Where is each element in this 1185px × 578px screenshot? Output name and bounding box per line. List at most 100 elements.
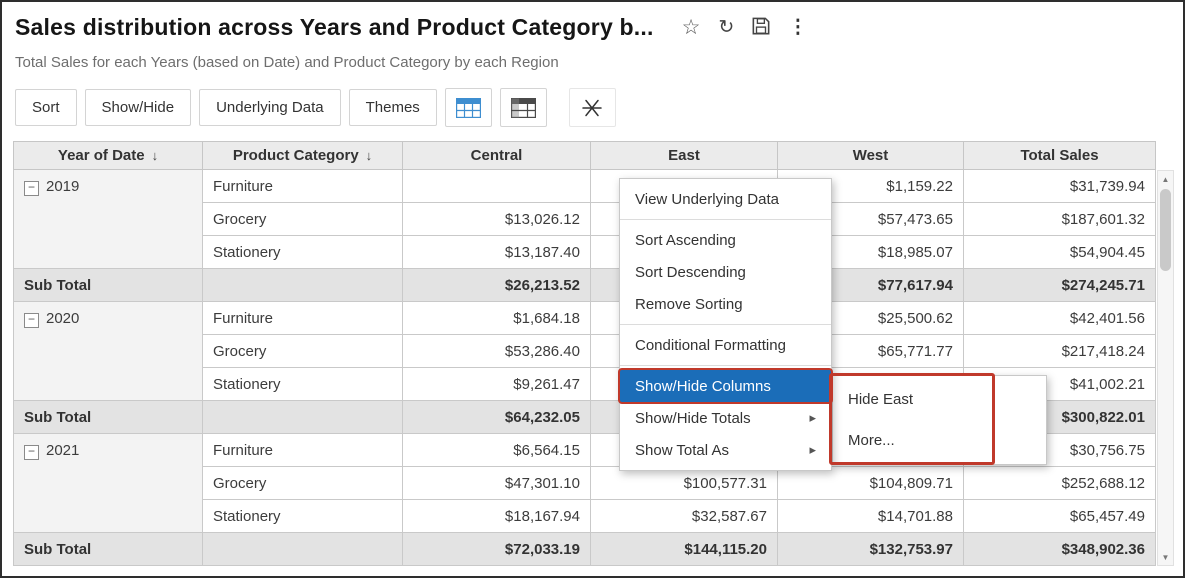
- subtotal-category-cell: [203, 533, 403, 566]
- menu-item-label: Show/Hide Columns: [635, 378, 771, 395]
- collapse-axes-button[interactable]: [569, 88, 616, 127]
- column-header-year-of-date[interactable]: Year of Date ↓: [14, 142, 203, 170]
- page-title: Sales distribution across Years and Prod…: [15, 14, 654, 41]
- submenu-arrow-icon: ▸: [809, 442, 816, 458]
- pivot-report-window: Sales distribution across Years and Prod…: [0, 0, 1185, 578]
- menu-item-sort-descending[interactable]: Sort Descending: [620, 256, 831, 288]
- table-view-icon: [456, 98, 481, 118]
- menu-item-show-hide-columns[interactable]: Show/Hide Columns: [620, 370, 831, 402]
- pivot-view-button[interactable]: [500, 88, 547, 127]
- year-group-cell-2019: −2019: [14, 170, 203, 269]
- year-label: 2019: [46, 178, 79, 195]
- menu-item-show-total-as[interactable]: Show Total As ▸: [620, 434, 831, 466]
- year-label: 2021: [46, 442, 79, 459]
- toolbar-button-show-hide[interactable]: Show/Hide: [85, 89, 192, 126]
- pivot-view-icon: [511, 98, 536, 118]
- year-label: 2020: [46, 310, 79, 327]
- value-cell-west: $14,701.88: [778, 500, 964, 533]
- category-cell: Furniture: [203, 170, 403, 203]
- toolbar-button-underlying-data[interactable]: Underlying Data: [199, 89, 341, 126]
- menu-item-label: Show Total As: [635, 442, 729, 459]
- subtotal-central: $72,033.19: [403, 533, 591, 566]
- column-header-east[interactable]: East: [591, 142, 778, 170]
- pivot-table: Year of Date ↓ Product Category ↓ Central Eas…: [13, 141, 1156, 566]
- table-row: −2019Furniture$1,159.22$31,739.94: [14, 170, 1156, 203]
- value-cell-total: $42,401.56: [964, 302, 1156, 335]
- scroll-up-icon[interactable]: ▲: [1158, 171, 1173, 187]
- column-header-west[interactable]: West: [778, 142, 964, 170]
- header: Sales distribution across Years and Prod…: [15, 14, 807, 41]
- value-cell-total: $31,739.94: [964, 170, 1156, 203]
- column-header-label: Total Sales: [1020, 147, 1098, 164]
- favorite-star-icon[interactable]: ☆: [682, 17, 701, 38]
- menu-item-sort-ascending[interactable]: Sort Ascending: [620, 224, 831, 256]
- submenu-item-more[interactable]: More...: [833, 420, 1046, 461]
- vertical-scrollbar[interactable]: ▲ ▼: [1157, 170, 1174, 566]
- value-cell-total: $187,601.32: [964, 203, 1156, 236]
- menu-item-show-hide-totals[interactable]: Show/Hide Totals▸: [620, 402, 831, 434]
- subtotal-east: $144,115.20: [591, 533, 778, 566]
- category-cell: Grocery: [203, 203, 403, 236]
- category-cell: Grocery: [203, 467, 403, 500]
- value-cell-central: $13,026.12: [403, 203, 591, 236]
- column-header-central[interactable]: Central: [403, 142, 591, 170]
- menu-item-conditional-formatting[interactable]: Conditional Formatting: [620, 329, 831, 361]
- value-cell-central: $18,167.94: [403, 500, 591, 533]
- subtotal-row: Sub Total $72,033.19$144,115.20$132,753.9…: [14, 533, 1156, 566]
- column-header-product-category[interactable]: Product Category ↓: [203, 142, 403, 170]
- menu-item-view-underlying-data[interactable]: View Underlying Data: [620, 183, 831, 215]
- subtotal-label: Sub Total: [14, 401, 203, 434]
- value-cell-central: [403, 170, 591, 203]
- toolbar-button-themes[interactable]: Themes: [349, 89, 437, 126]
- collapse-icon[interactable]: −: [24, 445, 39, 460]
- value-cell-central: $9,261.47: [403, 368, 591, 401]
- menu-divider: [620, 219, 831, 220]
- context-menu: View Underlying Data Sort Ascending Sort D…: [619, 178, 832, 471]
- menu-item-label: Sort Descending: [635, 264, 746, 281]
- subtotal-label: Sub Total: [14, 269, 203, 302]
- value-cell-central: $1,684.18: [403, 302, 591, 335]
- column-header-total-sales[interactable]: Total Sales: [964, 142, 1156, 170]
- table-row: −2020Furniture$1,684.18$25,500.62$42,401…: [14, 302, 1156, 335]
- column-header-label: Year of Date: [58, 147, 145, 164]
- subtotal-central: $64,232.05: [403, 401, 591, 434]
- refresh-icon[interactable]: ↻: [718, 18, 734, 37]
- column-header-label: Central: [471, 147, 523, 164]
- menu-divider: [620, 365, 831, 366]
- subtotal-row: Sub Total$26,213.52$77,617.94$274,245.71: [14, 269, 1156, 302]
- collapse-icon[interactable]: −: [24, 313, 39, 328]
- table-body: −2019Furniture$1,159.22$31,739.94Grocery…: [14, 170, 1156, 566]
- column-header-label: Product Category: [233, 147, 359, 164]
- toolbar-text-buttons: SortShow/HideUnderlying DataThemes: [15, 89, 437, 126]
- value-cell-total: $217,418.24: [964, 335, 1156, 368]
- subtotal-category-cell: [203, 269, 403, 302]
- sort-arrow-icon[interactable]: ↓: [366, 148, 373, 163]
- column-header-label: West: [853, 147, 889, 164]
- year-group-cell-2021: −2021: [14, 434, 203, 533]
- submenu-arrow-icon: ▸: [809, 410, 816, 426]
- sort-arrow-icon[interactable]: ↓: [152, 148, 159, 163]
- submenu: Hide EastMore...: [832, 375, 1047, 465]
- collapse-icon[interactable]: −: [24, 181, 39, 196]
- value-cell-total: $54,904.45: [964, 236, 1156, 269]
- scroll-down-icon[interactable]: ▼: [1158, 549, 1173, 565]
- subtotal-west: $132,753.97: [778, 533, 964, 566]
- save-icon[interactable]: [752, 17, 770, 39]
- value-cell-central: $53,286.40: [403, 335, 591, 368]
- toolbar-button-sort[interactable]: Sort: [15, 89, 77, 126]
- table-view-button[interactable]: [445, 88, 492, 127]
- scrollbar-thumb[interactable]: [1160, 189, 1171, 271]
- menu-divider: [620, 324, 831, 325]
- subtotal-total: $348,902.36: [964, 533, 1156, 566]
- table-header-row: Year of Date ↓ Product Category ↓ Central Eas…: [14, 142, 1156, 170]
- category-cell: Stationery: [203, 368, 403, 401]
- subtotal-label: Sub Total: [14, 533, 203, 566]
- menu-item-label: Conditional Formatting: [635, 337, 786, 354]
- category-cell: Furniture: [203, 434, 403, 467]
- menu-item-remove-sorting[interactable]: Remove Sorting: [620, 288, 831, 320]
- more-options-kebab-icon[interactable]: ⋮: [788, 18, 807, 37]
- category-cell: Stationery: [203, 500, 403, 533]
- submenu-item-hide-east[interactable]: Hide East: [833, 379, 1046, 420]
- report-subtitle: Total Sales for each Years (based on Dat…: [15, 54, 559, 71]
- category-cell: Furniture: [203, 302, 403, 335]
